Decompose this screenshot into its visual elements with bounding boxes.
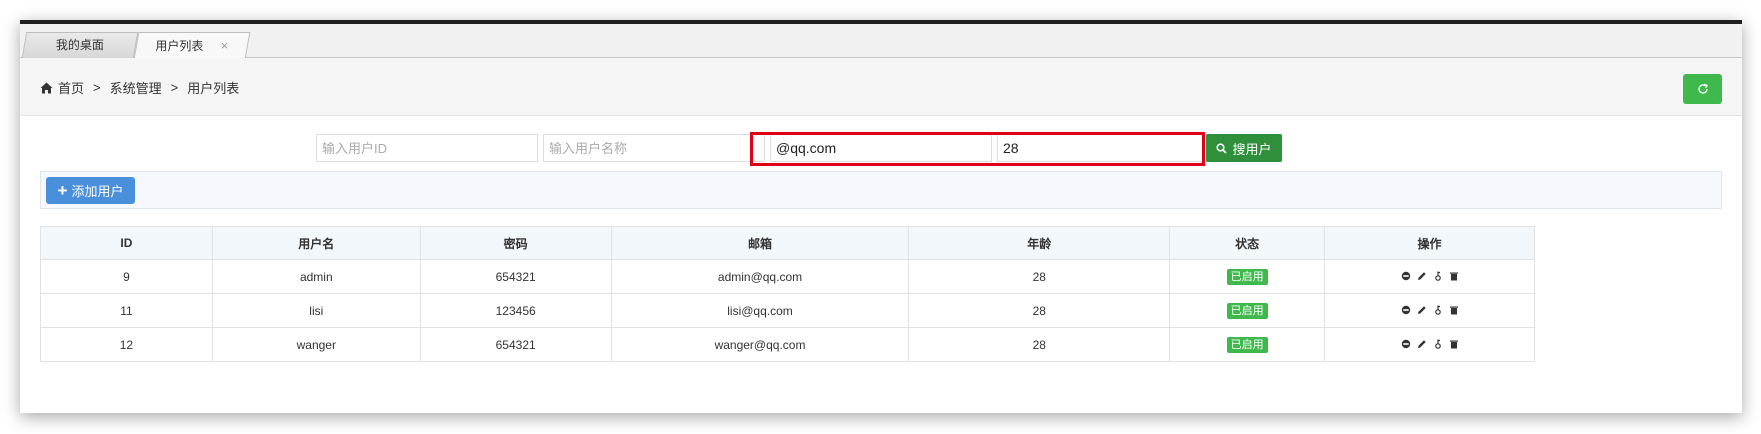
highlight-box: [750, 132, 1205, 166]
disable-icon[interactable]: [1401, 270, 1411, 280]
edit-icon[interactable]: [1417, 270, 1427, 280]
column-header-status[interactable]: 状态: [1169, 226, 1326, 260]
cell-id: 9: [40, 259, 213, 294]
close-icon[interactable]: ×: [221, 38, 229, 53]
user-table: ID 用户名 密码 邮箱 年龄 状态 操作 9 admin 654321 adm…: [40, 226, 1535, 362]
column-header-actions: 操作: [1324, 226, 1535, 260]
breadcrumb-home[interactable]: 首页: [58, 78, 84, 97]
tab-my-desktop[interactable]: 我的桌面: [21, 32, 139, 58]
cell-actions: [1324, 259, 1535, 294]
refresh-icon: [1697, 83, 1709, 95]
breadcrumb-separator: >: [170, 80, 179, 95]
tab-bar: 我的桌面 用户列表 ×: [20, 24, 1742, 59]
breadcrumb-system-management[interactable]: 系统管理: [110, 78, 162, 97]
breadcrumb-separator: >: [93, 80, 101, 95]
column-header-id[interactable]: ID: [40, 226, 213, 260]
cell-username: admin: [211, 259, 421, 294]
cell-status: 已启用: [1169, 293, 1326, 328]
refresh-button[interactable]: [1683, 74, 1722, 104]
column-header-username[interactable]: 用户名: [211, 226, 421, 260]
breadcrumb-user-list: 用户列表: [187, 81, 240, 96]
table-row: 9 admin 654321 admin@qq.com 28 已启用: [40, 259, 1535, 294]
breadcrumb-bar: 首页 > 系统管理 > 用户列表: [20, 58, 1742, 116]
add-user-label: 添加用户: [71, 184, 124, 199]
cell-age: 28: [908, 327, 1171, 362]
cell-age: 28: [908, 259, 1171, 294]
cell-actions: [1324, 293, 1535, 328]
key-icon[interactable]: [1433, 338, 1443, 349]
column-header-email[interactable]: 邮箱: [610, 226, 910, 260]
search-form: 搜用户: [40, 132, 1722, 166]
column-header-age[interactable]: 年龄: [908, 226, 1171, 260]
key-icon[interactable]: [1433, 270, 1443, 281]
status-badge: 已启用: [1226, 268, 1268, 285]
disable-icon[interactable]: [1401, 338, 1411, 348]
status-badge: 已启用: [1226, 302, 1268, 319]
cell-status: 已启用: [1169, 259, 1326, 294]
search-user-button[interactable]: 搜用户: [1206, 134, 1282, 162]
delete-icon[interactable]: [1449, 270, 1459, 280]
app-window: 我的桌面 用户列表 × 首页 > 系统管理 > 用户列表 输入用户ID 输入用户…: [20, 20, 1742, 413]
tab-label: 用户列表: [155, 39, 204, 53]
cell-username: lisi: [211, 293, 421, 328]
user-name-input[interactable]: [543, 134, 765, 162]
search-icon: [1216, 142, 1228, 154]
cell-age: 28: [908, 293, 1171, 328]
breadcrumb: 首页 > 系统管理 > 用户列表: [40, 78, 239, 97]
cell-status: 已启用: [1169, 327, 1326, 362]
plus-icon: +: [57, 181, 68, 200]
cell-actions: [1324, 327, 1535, 362]
cell-email: admin@qq.com: [610, 259, 910, 294]
key-icon[interactable]: [1433, 304, 1443, 315]
user-id-input[interactable]: [316, 134, 538, 162]
cell-password: 654321: [419, 327, 612, 362]
status-badge: 已启用: [1226, 336, 1268, 353]
action-toolbar: + 添加用户: [40, 171, 1722, 209]
disable-icon[interactable]: [1401, 304, 1411, 314]
cell-password: 123456: [419, 293, 612, 328]
home-icon: [40, 82, 53, 94]
edit-icon[interactable]: [1417, 304, 1427, 314]
cell-id: 12: [40, 327, 213, 362]
tab-user-list[interactable]: 用户列表 ×: [133, 32, 251, 59]
main-content: 搜用户 + 添加用户 ID 用户名 密码 邮箱 年龄 状态 操作: [40, 116, 1722, 413]
table-row: 12 wanger 654321 wanger@qq.com 28 已启用: [40, 327, 1535, 362]
edit-icon[interactable]: [1417, 338, 1427, 348]
table-row: 11 lisi 123456 lisi@qq.com 28 已启用: [40, 293, 1535, 328]
delete-icon[interactable]: [1449, 338, 1459, 348]
cell-email: wanger@qq.com: [610, 327, 910, 362]
column-header-password[interactable]: 密码: [419, 226, 612, 260]
cell-id: 11: [40, 293, 213, 328]
delete-icon[interactable]: [1449, 304, 1459, 314]
tab-label: 我的桌面: [55, 38, 104, 52]
add-user-button[interactable]: + 添加用户: [46, 177, 135, 204]
cell-password: 654321: [419, 259, 612, 294]
table-header-row: ID 用户名 密码 邮箱 年龄 状态 操作: [40, 226, 1535, 260]
search-button-label: 搜用户: [1232, 141, 1272, 157]
cell-username: wanger: [211, 327, 421, 362]
cell-email: lisi@qq.com: [610, 293, 910, 328]
